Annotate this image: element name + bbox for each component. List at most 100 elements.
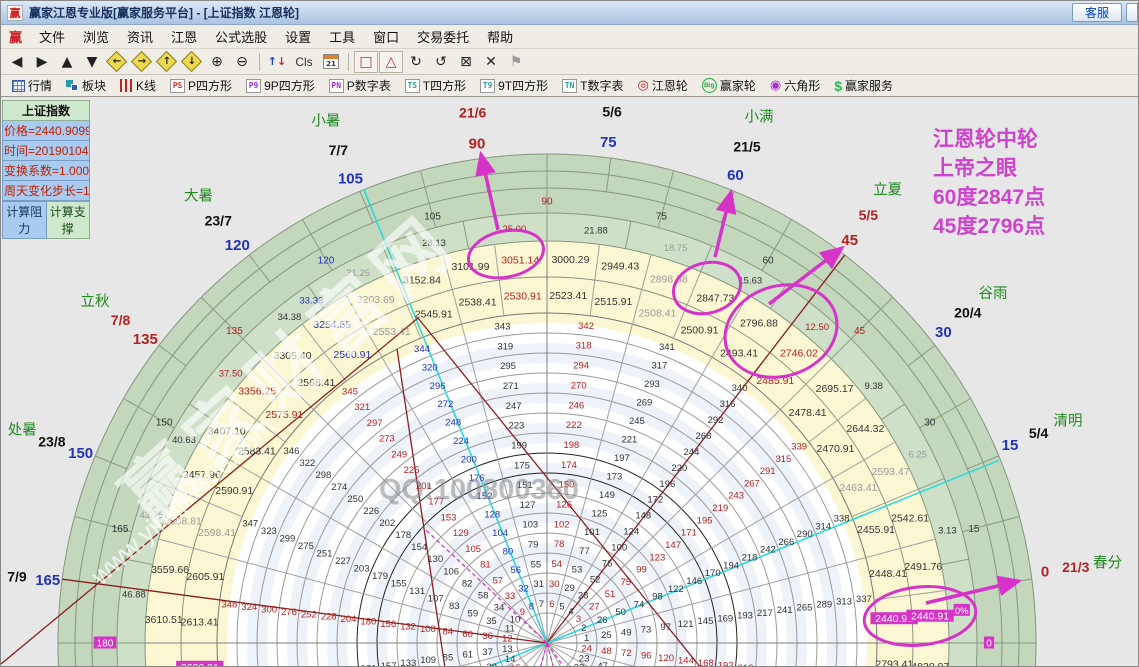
zoom-in-icon[interactable]: ⊕: [205, 51, 229, 73]
svg-text:342: 342: [578, 321, 594, 332]
pan-down-diamond-icon[interactable]: ↓: [180, 50, 204, 73]
nav-赢家轮[interactable]: Big 赢家轮: [695, 76, 763, 96]
svg-text:52: 52: [590, 575, 601, 586]
svg-text:276: 276: [281, 607, 297, 618]
svg-text:5/6: 5/6: [602, 103, 622, 119]
cls-icon[interactable]: Cls: [290, 51, 318, 73]
nav-P数字表[interactable]: PN P数字表: [322, 76, 398, 96]
menu-item-工具[interactable]: 工具: [320, 28, 364, 47]
triangle-tool-icon[interactable]: △: [379, 50, 403, 73]
svg-text:7/7: 7/7: [329, 142, 349, 158]
svg-text:2: 2: [581, 623, 586, 634]
svg-text:341: 341: [659, 342, 675, 353]
nav-K线[interactable]: K线: [113, 76, 163, 96]
svg-text:57: 57: [492, 575, 503, 586]
analysis-note: 江恩轮中轮 上帝之眼 60度2847点 45度2796点: [933, 125, 1045, 241]
svg-text:2598.41: 2598.41: [198, 527, 236, 539]
nav-板块[interactable]: 板块: [59, 76, 113, 96]
svg-text:322: 322: [299, 458, 315, 469]
svg-text:145: 145: [698, 616, 714, 627]
svg-text:7: 7: [539, 599, 544, 610]
svg-text:33: 33: [505, 591, 516, 602]
nav-T四方形[interactable]: TS T四方形: [398, 76, 473, 96]
pan-left-diamond-icon[interactable]: ←: [105, 50, 129, 73]
customer-service-button[interactable]: 客服: [1071, 3, 1122, 22]
svg-text:2538.41: 2538.41: [459, 296, 497, 308]
svg-text:120: 120: [318, 256, 335, 267]
svg-text:131: 131: [409, 586, 425, 597]
rotate-ccw-icon[interactable]: ↺: [429, 51, 453, 73]
svg-text:2500.91: 2500.91: [681, 325, 719, 337]
back-icon[interactable]: ◀: [5, 51, 29, 73]
svg-text:春分: 春分: [1093, 555, 1122, 572]
svg-text:108: 108: [420, 624, 436, 635]
nav-9P四方形[interactable]: P9 9P四方形: [239, 76, 322, 96]
cursor-down-icon[interactable]: ▼: [80, 51, 104, 73]
calc-support-button[interactable]: 计算支撑: [46, 201, 90, 239]
collapse-cross-icon[interactable]: ✕: [479, 51, 503, 73]
svg-text:226: 226: [363, 506, 379, 517]
svg-text:297: 297: [367, 418, 383, 429]
svg-text:23/7: 23/7: [205, 213, 232, 229]
nav-行情[interactable]: 行情: [5, 76, 59, 96]
nav-六角形[interactable]: ◉ 六角形: [763, 76, 827, 96]
calendar-21-icon[interactable]: 21: [319, 51, 343, 73]
pan-right-diamond-icon[interactable]: →: [130, 50, 154, 73]
svg-text:2542.61: 2542.61: [891, 512, 929, 524]
svg-text:75: 75: [600, 134, 617, 151]
menu-item-帮助[interactable]: 帮助: [478, 28, 522, 47]
svg-text:128: 128: [484, 510, 500, 521]
svg-text:270: 270: [571, 380, 587, 391]
menu-item-交易委托[interactable]: 交易委托: [408, 28, 478, 47]
svg-text:172: 172: [647, 495, 663, 506]
hexagon-icon: ◉: [769, 78, 782, 93]
menu-item-文件[interactable]: 文件: [30, 28, 74, 47]
svg-text:316: 316: [720, 399, 736, 410]
menu-item-资讯[interactable]: 资讯: [118, 28, 162, 47]
nav-P四方形[interactable]: PS P四方形: [163, 76, 239, 96]
svg-text:146: 146: [686, 576, 702, 587]
zoom-out-icon[interactable]: ⊖: [230, 51, 254, 73]
svg-text:73: 73: [641, 625, 652, 636]
pan-up-diamond-icon[interactable]: ↑: [155, 50, 179, 73]
service-dollar-icon: $: [834, 77, 842, 94]
svg-text:268: 268: [696, 431, 712, 442]
svg-text:1: 1: [584, 633, 589, 644]
svg-text:8: 8: [529, 602, 534, 613]
svg-text:53: 53: [572, 564, 583, 575]
calc-resistance-button[interactable]: 计算阻力: [2, 201, 47, 239]
svg-text:130: 130: [427, 554, 443, 565]
title-bar: 赢 赢家江恩专业版[赢家服务平台] - [上证指数 江恩轮] 客服: [1, 1, 1138, 25]
rect-tool-icon[interactable]: □: [354, 50, 378, 73]
svg-text:217: 217: [757, 608, 773, 619]
pin-disabled-icon[interactable]: ⚑: [504, 51, 528, 73]
menu-item-公式选股[interactable]: 公式选股: [206, 28, 276, 47]
svg-text:5: 5: [559, 601, 564, 612]
cursor-up-icon[interactable]: ▲: [55, 51, 79, 73]
svg-text:242: 242: [760, 545, 776, 556]
menu-item-浏览[interactable]: 浏览: [74, 28, 118, 47]
updown-scale-icon[interactable]: ↑ ↓: [265, 51, 289, 73]
menu-item-设置[interactable]: 设置: [276, 28, 320, 47]
svg-text:220: 220: [671, 463, 687, 474]
svg-text:30: 30: [935, 324, 952, 341]
svg-text:立夏: 立夏: [873, 181, 902, 198]
nav-赢家服务[interactable]: $ 赢家服务: [827, 76, 900, 96]
svg-text:12: 12: [502, 634, 513, 645]
svg-text:135: 135: [226, 326, 243, 337]
svg-text:125: 125: [592, 509, 608, 520]
svg-text:78: 78: [554, 539, 565, 550]
edge-clipped-button[interactable]: [1126, 3, 1138, 22]
svg-text:15: 15: [510, 663, 521, 667]
box-x-icon[interactable]: ⊠: [454, 51, 478, 73]
menu-item-江恩[interactable]: 江恩: [162, 28, 206, 47]
nav-9T四方形[interactable]: T9 9T四方形: [473, 76, 555, 96]
nav-江恩轮[interactable]: ◎ 江恩轮: [630, 76, 694, 96]
menu-item-窗口[interactable]: 窗口: [364, 28, 408, 47]
svg-text:54: 54: [551, 559, 562, 570]
svg-text:小暑: 小暑: [311, 112, 340, 129]
rotate-cw-icon[interactable]: ↻: [404, 51, 428, 73]
nav-toolbar: 行情 板块 K线 PS P四方形 P9 9P四方形 PN P数字表 TS T四方形 T9 9T四方形 TN…: [1, 75, 1138, 97]
forward-icon[interactable]: ▶: [30, 51, 54, 73]
nav-T数字表[interactable]: TN T数字表: [555, 76, 630, 96]
